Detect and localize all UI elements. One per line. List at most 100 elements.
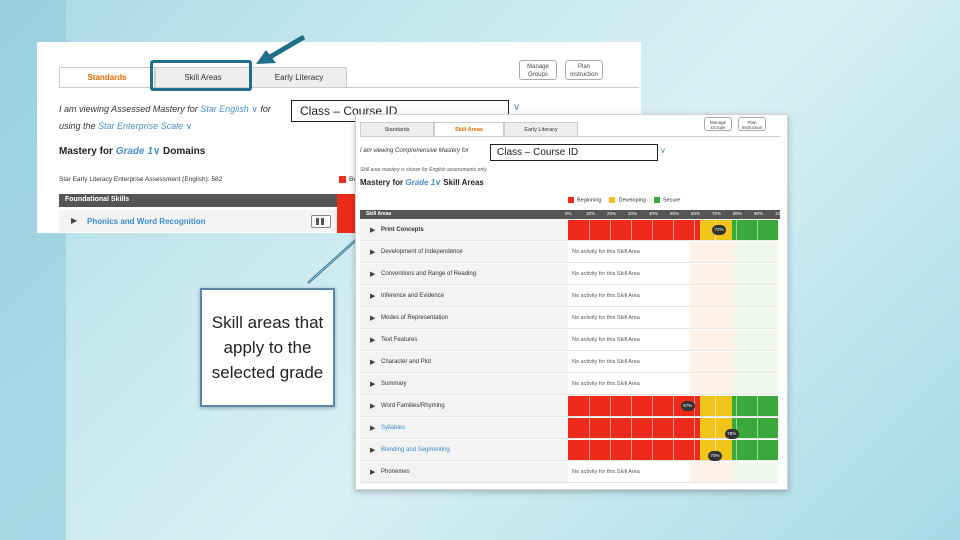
mastery-cell: No activity for this Skill Area [568, 330, 778, 351]
expand-arrow-icon[interactable]: ▶ [370, 292, 375, 300]
expand-arrow-icon[interactable]: ▶ [370, 424, 375, 432]
tab-standards[interactable]: Standards [360, 122, 434, 137]
mastery-cell: No activity for this Skill Area [568, 286, 778, 307]
grid-line [757, 396, 758, 416]
table-row[interactable]: ▶ Print Concepts [360, 220, 568, 241]
tabs-divider [360, 136, 780, 137]
grid-line [736, 396, 737, 416]
grid-line [757, 440, 758, 460]
grid-line [673, 418, 674, 438]
mastery-heading: Mastery for Grade 1∨ Skill Areas [360, 178, 484, 187]
grid-line [631, 220, 632, 240]
no-activity-text: No activity for this Skill Area [572, 381, 640, 387]
score-badge: 78% [724, 429, 739, 439]
table-row[interactable]: ▶ Modes of Representation [360, 308, 568, 329]
table-row[interactable]: ▶ Text Features [360, 330, 568, 351]
grid-line [631, 440, 632, 460]
mastery-cell: No activity for this Skill Area [568, 308, 778, 329]
grid-line [673, 220, 674, 240]
table-row[interactable]: ▶ Blending and Segmenting [360, 440, 568, 461]
grid-line [673, 440, 674, 460]
legend-developing: Developing [609, 197, 646, 203]
expand-arrow-icon[interactable]: ▶ [370, 446, 375, 454]
skill-area-name: Inference and Evidence [381, 293, 445, 299]
grid-line [610, 440, 611, 460]
mastery-cell: No activity for this Skill Area [568, 374, 778, 395]
scale-tick-label: 100% [775, 211, 787, 216]
skill-area-name[interactable]: Syllables [381, 425, 405, 431]
no-activity-text: No activity for this Skill Area [572, 293, 640, 299]
mastery-bar-segment [700, 396, 732, 416]
table-row[interactable]: ▶ Development of Independence [360, 242, 568, 263]
expand-arrow-icon[interactable]: ▶ [370, 358, 375, 366]
grid-line [715, 418, 716, 438]
expand-arrow-icon[interactable]: ▶ [370, 248, 375, 256]
table-row[interactable]: ▶ Syllables [360, 418, 568, 439]
grid-line [652, 220, 653, 240]
grid-line [652, 418, 653, 438]
mastery-bar-segment [731, 220, 778, 240]
table-row[interactable]: ▶ Summary [360, 374, 568, 395]
expand-arrow-icon[interactable]: ▶ [370, 380, 375, 388]
expand-arrow-icon[interactable]: ▶ [370, 402, 375, 410]
mastery-legend: Beginning Developing Secure [568, 197, 680, 203]
score-badge: 57% [680, 401, 695, 411]
english-only-note: Skill area mastery is shown for English … [360, 167, 488, 173]
scale-tick-label: 40% [649, 211, 659, 216]
mastery-cell: No activity for this Skill Area [568, 242, 778, 263]
tab-early-literacy[interactable]: Early Literacy [504, 122, 578, 137]
table-row[interactable]: ▶ Inference and Evidence [360, 286, 568, 307]
skill-area-name: Text Features [381, 337, 418, 343]
plan-instruction-button[interactable]: Plan Instruction [738, 117, 766, 131]
tab-skill-areas[interactable]: Skill Areas [434, 122, 504, 137]
expand-arrow-icon[interactable]: ▶ [370, 336, 375, 344]
class-course-id-box[interactable]: Class – Course ID [490, 144, 658, 161]
expand-arrow-icon[interactable]: ▶ [370, 270, 375, 278]
skill-area-name[interactable]: Blending and Segmenting [381, 447, 450, 453]
scale-tick-label: 70% [712, 211, 722, 216]
grid-line [610, 418, 611, 438]
scale-tick-label: 90% [754, 211, 764, 216]
grid-line [694, 418, 695, 438]
mastery-bar-segment [568, 220, 701, 240]
table-row[interactable]: ▶ Phonemes [360, 462, 568, 483]
skill-area-name: Development of Independence [381, 249, 463, 255]
skill-area-name: Summary [381, 381, 407, 387]
scale-tick-label: 30% [628, 211, 638, 216]
grid-line [589, 220, 590, 240]
grid-line [652, 396, 653, 416]
grid-line [610, 396, 611, 416]
expand-arrow-icon[interactable]: ▶ [370, 226, 375, 234]
manage-groups-button[interactable]: Manage Groups [704, 117, 732, 131]
table-row[interactable]: ▶ Conventions and Range of Reading [360, 264, 568, 285]
scale-tick-label: 20% [607, 211, 617, 216]
grid-line [736, 440, 737, 460]
no-activity-text: No activity for this Skill Area [572, 359, 640, 365]
grid-line [715, 396, 716, 416]
skill-area-name: Character and Plot [381, 359, 432, 365]
mastery-cell: 57% [568, 396, 778, 417]
grid-line [589, 396, 590, 416]
grid-line [736, 220, 737, 240]
no-activity-text: No activity for this Skill Area [572, 271, 640, 277]
mastery-cell: 70% [568, 440, 778, 461]
grade-dropdown[interactable]: Grade 1 [405, 178, 435, 187]
expand-arrow-icon[interactable]: ▶ [370, 314, 375, 322]
scale-tick-label: 60% [691, 211, 701, 216]
mastery-cell: No activity for this Skill Area [568, 352, 778, 373]
legend-beginning: Beginning [568, 197, 601, 203]
comprehensive-mastery-screenshot: Standards Skill Areas Early Literacy Man… [355, 114, 788, 490]
grid-line [673, 396, 674, 416]
arrow-icon [256, 34, 306, 64]
skill-area-name: Phonemes [381, 469, 410, 475]
scale-tick-label: 80% [733, 211, 743, 216]
table-row[interactable]: ▶ Word Families/Rhyming [360, 396, 568, 417]
grid-line [694, 220, 695, 240]
viewing-sentence: I am viewing Comprehensive Mastery for [360, 148, 469, 154]
expand-arrow-icon[interactable]: ▶ [370, 468, 375, 476]
grid-line [610, 220, 611, 240]
skill-area-name: Modes of Representation [381, 315, 449, 321]
table-row[interactable]: ▶ Character and Plot [360, 352, 568, 373]
mastery-cell: 78% [568, 418, 778, 439]
table-header: Skill Areas 0% 10% 20% 30% 40% 50% 60% 70% 80% 90… [360, 210, 787, 219]
